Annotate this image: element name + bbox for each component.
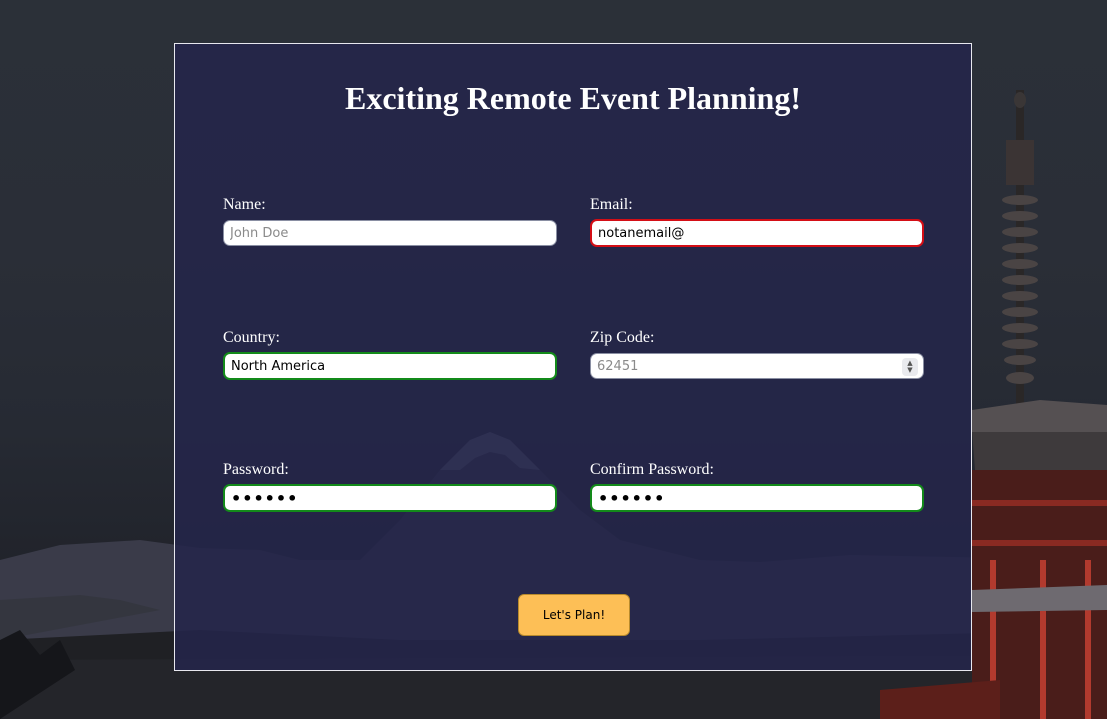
zip-code-label: Zip Code: — [590, 329, 655, 346]
zip-code-field: Zip Code: ▲▼ — [590, 329, 924, 379]
lets-plan-button[interactable]: Let's Plan! — [518, 594, 630, 636]
confirm-password-field: Confirm Password: — [590, 461, 924, 512]
email-input[interactable] — [590, 219, 924, 247]
email-label: Email: — [590, 196, 633, 213]
up-down-chevron-icon[interactable]: ▲ ▼ — [902, 358, 918, 376]
name-input[interactable] — [223, 220, 557, 246]
country-field: Country: — [223, 329, 557, 380]
confirm-password-label: Confirm Password: — [590, 461, 714, 478]
name-field: Name: — [223, 196, 557, 246]
email-field: Email: — [590, 196, 924, 247]
country-label: Country: — [223, 329, 280, 346]
confirm-password-input[interactable] — [590, 484, 924, 512]
name-label: Name: — [223, 196, 266, 213]
zip-code-input[interactable] — [590, 353, 924, 379]
password-label: Password: — [223, 461, 289, 478]
password-field: Password: — [223, 461, 557, 512]
form-title: Exciting Remote Event Planning! — [345, 80, 801, 116]
password-input[interactable] — [223, 484, 557, 512]
event-planning-form: Exciting Remote Event Planning! Name: Em… — [174, 43, 972, 671]
country-input[interactable] — [223, 352, 557, 380]
